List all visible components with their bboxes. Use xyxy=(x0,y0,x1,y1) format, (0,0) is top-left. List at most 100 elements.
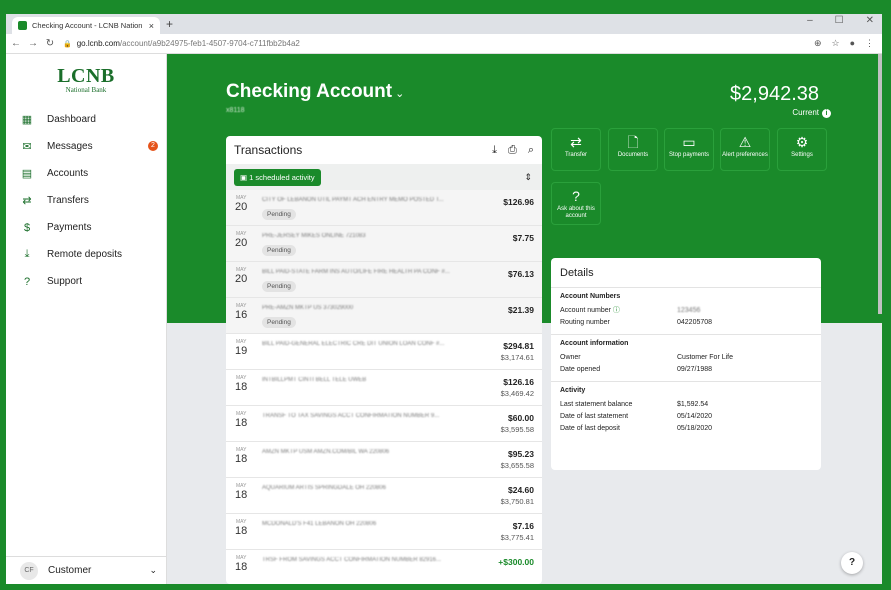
detail-row: Owner Customer For Life xyxy=(560,351,812,363)
details-section: Account information Owner Customer For Lif… xyxy=(551,335,821,382)
document-icon: 🗋 xyxy=(627,134,639,150)
transfer-icon: ⇄ xyxy=(22,195,32,207)
transaction-row[interactable]: MAY 18 AMZN MKTP USM AMZN.COM/BIL WA 22080… xyxy=(226,442,542,478)
scheduled-bar: ▣ 1 scheduled activity ⇕ xyxy=(226,164,542,190)
sidebar-item-transfers[interactable]: ⇄ Transfers xyxy=(6,187,166,214)
browser-window: Checking Account - LCNB Nation × + – ☐ ✕… xyxy=(6,14,882,584)
forward-icon[interactable]: → xyxy=(26,38,40,49)
transaction-row[interactable]: MAY 18 TRSF FROM SAVINGS ACCT CONFIRMATION… xyxy=(226,550,542,584)
transaction-day: 18 xyxy=(235,489,248,501)
transaction-amount: $7.75 xyxy=(512,233,534,243)
transaction-amount: $294.81 xyxy=(503,341,534,351)
scrollbar[interactable] xyxy=(878,54,882,314)
action-settings[interactable]: ⚙ Settings xyxy=(777,128,827,171)
scheduled-activity-button[interactable]: ▣ 1 scheduled activity xyxy=(234,168,321,186)
section-heading: Account information xyxy=(560,340,629,347)
calendar-icon: ▣ xyxy=(240,172,250,182)
url-path: /account/a9b24975-feb1-4507-9704-c711fbb… xyxy=(119,39,300,48)
close-window-icon[interactable]: ✕ xyxy=(866,15,874,26)
menu-dots-icon[interactable]: ⋮ xyxy=(865,38,874,49)
info-icon[interactable]: ⓘ xyxy=(611,307,620,314)
sidebar-item-remote-deposits[interactable]: ⤓ Remote deposits xyxy=(6,241,166,268)
transaction-row[interactable]: MAY 20 BILL PAID-STATE FARM INS AUTO/LIFE … xyxy=(226,262,542,298)
transaction-description: CITY OF LEBANON UTIL PAYMT ACH ENTRY MEM… xyxy=(262,197,444,203)
bookmark-star-icon[interactable]: ☆ xyxy=(831,38,839,49)
account-title-text: Checking Account xyxy=(226,81,393,102)
pending-badge: Pending xyxy=(262,245,296,256)
transaction-day: 18 xyxy=(235,417,248,429)
transaction-amount: +$300.00 xyxy=(498,557,534,567)
transaction-row[interactable]: MAY 18 TRANSF TO TAX SAVINGS ACCT CONFIRMA… xyxy=(226,406,542,442)
transaction-row[interactable]: MAY 16 PRE-AMZN MKTP US 373029000 Pending $2… xyxy=(226,298,542,334)
sidebar-item-messages[interactable]: ✉ Messages 2 xyxy=(6,133,166,160)
transaction-amount: $95.23 xyxy=(508,449,534,459)
action-documents[interactable]: 🗋 Documents xyxy=(608,128,658,171)
transaction-row[interactable]: MAY 20 CITY OF LEBANON UTIL PAYMT ACH ENTR… xyxy=(226,190,542,226)
account-title[interactable]: Checking Account ⌄ xyxy=(226,81,404,103)
transfer-icon: ⇄ xyxy=(570,134,582,150)
profile-icon[interactable]: ● xyxy=(850,38,855,49)
minimize-icon[interactable]: – xyxy=(807,15,813,26)
detail-key: Account number ⓘ xyxy=(560,305,677,315)
detail-value: 05/14/2020 xyxy=(677,412,713,420)
download-icon[interactable]: ⤓ xyxy=(492,144,497,157)
action-alert-preferences[interactable]: ⚠ Alert preferences xyxy=(720,128,770,171)
sidebar-item-payments[interactable]: $ Payments xyxy=(6,214,166,241)
user-menu[interactable]: CF Customer ⌄ xyxy=(6,556,167,584)
detail-value: 042205708 xyxy=(677,318,713,326)
detail-value: 09/27/1988 xyxy=(677,365,713,373)
info-icon[interactable]: i xyxy=(822,109,831,118)
action-stop-payments[interactable]: ▭ Stop payments xyxy=(664,128,714,171)
transaction-description: AMZN MKTP USM AMZN.COM/BIL WA 220806 xyxy=(262,449,390,455)
detail-key: Date opened xyxy=(560,366,677,373)
pending-badge: Pending xyxy=(262,281,296,292)
sidebar-item-label: Dashboard xyxy=(47,114,96,125)
help-button[interactable]: ? xyxy=(841,552,863,574)
maximize-icon[interactable]: ☐ xyxy=(835,15,844,26)
action-label: Documents xyxy=(617,152,649,158)
details-section: Activity Last statement balance $1,592.54 D… xyxy=(551,382,821,440)
transaction-row[interactable]: MAY 19 BILL PAID-GENERAL ELECTRIC CRE DIT … xyxy=(226,334,542,370)
action-ask-about-this-account[interactable]: ? Ask about this account xyxy=(551,182,601,225)
close-tab-icon[interactable]: × xyxy=(149,21,154,31)
transaction-amount: $24.60 xyxy=(508,485,534,495)
action-label: Stop payments xyxy=(668,152,710,158)
sidebar-item-support[interactable]: ? Support xyxy=(6,268,166,295)
bank-logo[interactable]: LCNB National Bank xyxy=(6,66,166,94)
browser-tab[interactable]: Checking Account - LCNB Nation × xyxy=(12,17,160,34)
browser-toolbar: ⊕ ☆ ● ⋮ xyxy=(814,38,874,49)
details-title: Details xyxy=(551,258,821,288)
sidebar-item-label: Accounts xyxy=(47,168,89,179)
transaction-day: 18 xyxy=(235,381,248,393)
favicon-icon xyxy=(18,21,27,30)
reload-icon[interactable]: ↻ xyxy=(43,38,57,49)
transaction-row[interactable]: MAY 18 INTBILLPMT CINTI BELL TELE UWEB $126… xyxy=(226,370,542,406)
sidebar-item-label: Remote deposits xyxy=(47,249,123,260)
new-tab-button[interactable]: + xyxy=(166,17,173,31)
app: LCNB National Bank ▦ Dashboard ✉ Messages 2 ▤… xyxy=(6,54,882,584)
zoom-icon[interactable]: ⊕ xyxy=(814,38,822,49)
action-transfer[interactable]: ⇄ Transfer xyxy=(551,128,601,171)
running-balance: $3,595.58 xyxy=(500,425,534,434)
print-icon[interactable]: ⎙ xyxy=(508,144,517,157)
transactions-title: Transactions xyxy=(234,143,303,157)
transaction-row[interactable]: MAY 18 MCDONALD'S F41 LEBANON OH 220806 $7.… xyxy=(226,514,542,550)
transaction-row[interactable]: MAY 18 AQUARIUM ARTIS SPRINGDALE OH 220806… xyxy=(226,478,542,514)
sidebar-item-accounts[interactable]: ▤ Accounts xyxy=(6,160,166,187)
back-icon[interactable]: ← xyxy=(9,38,23,49)
transaction-description: INTBILLPMT CINTI BELL TELE UWEB xyxy=(262,377,367,383)
sidebar-item-dashboard[interactable]: ▦ Dashboard xyxy=(6,106,166,133)
transaction-row[interactable]: MAY 20 PRE-JERSEY MIKES ONLINE 721083 Pendi… xyxy=(226,226,542,262)
transaction-amount: $7.16 xyxy=(512,521,534,531)
running-balance: $3,775.41 xyxy=(500,533,534,542)
detail-key-text: Routing number xyxy=(560,318,610,326)
search-icon[interactable]: ⌕ xyxy=(528,144,534,157)
url-field[interactable]: 🔒 go.lcnb.com/account/a9b24975-feb1-4507… xyxy=(63,39,814,48)
sort-icon[interactable]: ⇕ xyxy=(524,172,532,183)
detail-row: Routing number 042205708 xyxy=(560,316,812,328)
detail-row: Account number ⓘ 123456 xyxy=(560,304,812,316)
transaction-amount: $126.96 xyxy=(503,197,534,207)
sidebar-item-label: Transfers xyxy=(47,195,89,206)
detail-key: Date of last deposit xyxy=(560,425,677,432)
detail-value: Customer For Life xyxy=(677,353,734,361)
